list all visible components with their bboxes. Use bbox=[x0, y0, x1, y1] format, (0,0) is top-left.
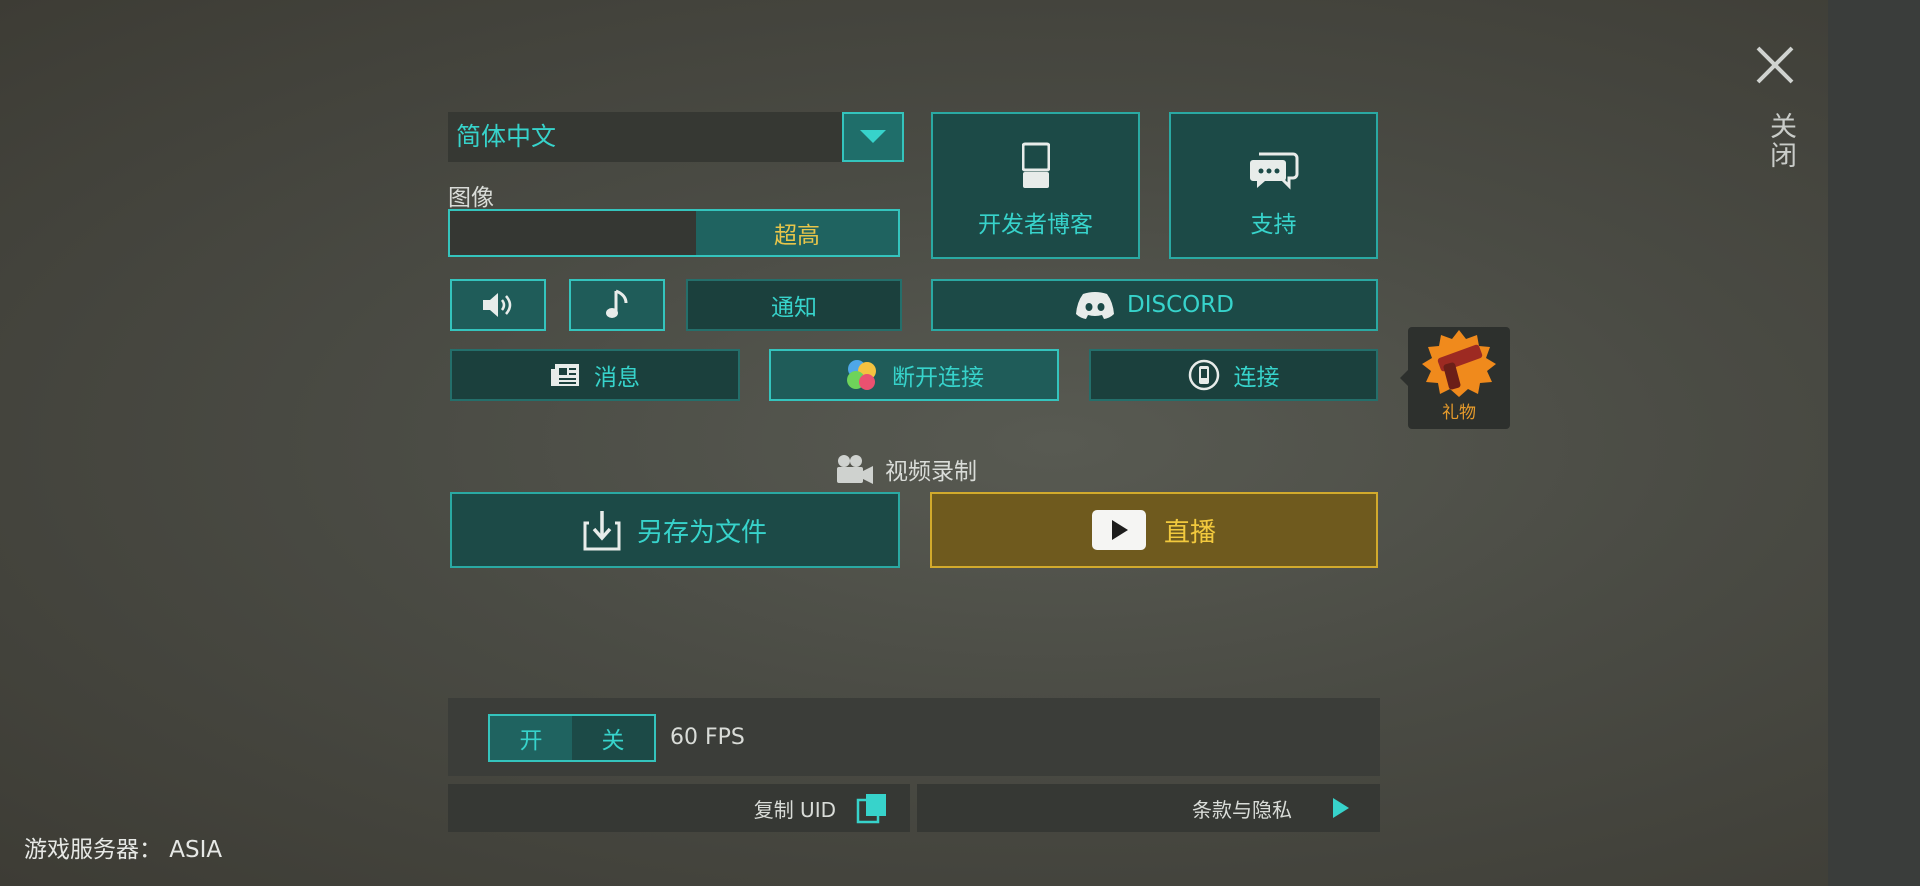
play-icon bbox=[1091, 510, 1146, 550]
download-icon bbox=[583, 511, 621, 551]
save-to-file-button[interactable]: 另存为文件 bbox=[450, 492, 900, 568]
graphics-quality-value: 超高 bbox=[696, 211, 898, 255]
news-button[interactable]: 消息 bbox=[450, 349, 740, 401]
fps-on-option[interactable]: 开 bbox=[490, 716, 572, 760]
newspaper-icon bbox=[551, 364, 579, 386]
chat-bubbles-icon bbox=[1249, 150, 1299, 196]
language-selected-value: 简体中文 bbox=[456, 122, 557, 151]
discord-button[interactable]: DISCORD bbox=[931, 279, 1378, 331]
copy-icon bbox=[856, 794, 886, 824]
support-button[interactable]: 支持 bbox=[1169, 112, 1378, 259]
speaker-icon bbox=[483, 293, 512, 317]
notification-button[interactable]: 通知 bbox=[686, 279, 902, 331]
gift-button[interactable]: 礼物 bbox=[1408, 327, 1510, 429]
dev-blog-button[interactable]: 开发者博客 bbox=[931, 112, 1140, 259]
live-stream-label: 直播 bbox=[1163, 517, 1216, 548]
video-recording-label: 视频录制 bbox=[835, 452, 977, 486]
sound-toggle-button[interactable] bbox=[450, 279, 546, 331]
gift-label: 礼物 bbox=[1442, 403, 1476, 423]
support-label: 支持 bbox=[1250, 212, 1297, 238]
news-label: 消息 bbox=[594, 365, 640, 391]
gift-pointer bbox=[1400, 370, 1408, 386]
terms-privacy-label: 条款与隐私 bbox=[1192, 797, 1292, 822]
discord-label: DISCORD bbox=[1127, 292, 1234, 318]
close-icon bbox=[1756, 46, 1794, 84]
music-note-icon bbox=[606, 289, 628, 318]
dev-blog-label: 开发者博客 bbox=[978, 212, 1093, 238]
video-camera-icon bbox=[837, 455, 873, 484]
chevron-down-icon bbox=[860, 130, 886, 143]
disconnect-label: 断开连接 bbox=[892, 365, 984, 391]
graphics-label: 图像 bbox=[448, 185, 494, 211]
video-recording-text: 视频录制 bbox=[885, 459, 977, 485]
glass-icon bbox=[1021, 142, 1050, 196]
notification-label: 通知 bbox=[771, 295, 817, 321]
connect-button[interactable]: 连接 bbox=[1089, 349, 1378, 401]
fps-toggle[interactable]: 开 关 bbox=[488, 714, 656, 762]
discord-icon bbox=[1076, 292, 1115, 319]
close-label: 关闭 bbox=[1765, 112, 1796, 170]
language-select[interactable]: 简体中文 bbox=[448, 112, 842, 162]
fps-off-option[interactable]: 关 bbox=[572, 716, 654, 760]
language-dropdown-button[interactable] bbox=[842, 112, 904, 162]
live-stream-button[interactable]: 直播 bbox=[930, 492, 1378, 568]
music-toggle-button[interactable] bbox=[569, 279, 665, 331]
game-center-icon bbox=[847, 360, 876, 390]
right-side-strip bbox=[1828, 0, 1920, 886]
flare-gun-icon bbox=[1422, 330, 1496, 397]
copy-uid-label: 复制 UID bbox=[753, 797, 836, 822]
disconnect-button[interactable]: 断开连接 bbox=[769, 349, 1059, 401]
connect-label: 连接 bbox=[1233, 365, 1280, 391]
close-button[interactable] bbox=[1750, 40, 1800, 90]
phone-circle-icon bbox=[1188, 359, 1219, 391]
terms-privacy-button[interactable]: 条款与隐私 bbox=[917, 784, 1380, 832]
play-arrow-icon bbox=[1333, 798, 1349, 818]
graphics-quality-slider[interactable]: 超高 bbox=[448, 209, 900, 257]
copy-uid-button[interactable]: 复制 UID bbox=[448, 784, 910, 832]
save-to-file-label: 另存为文件 bbox=[636, 517, 767, 548]
game-server-label: 游戏服务器： ASIA bbox=[24, 837, 223, 863]
fps-value: 60 FPS bbox=[670, 725, 745, 750]
